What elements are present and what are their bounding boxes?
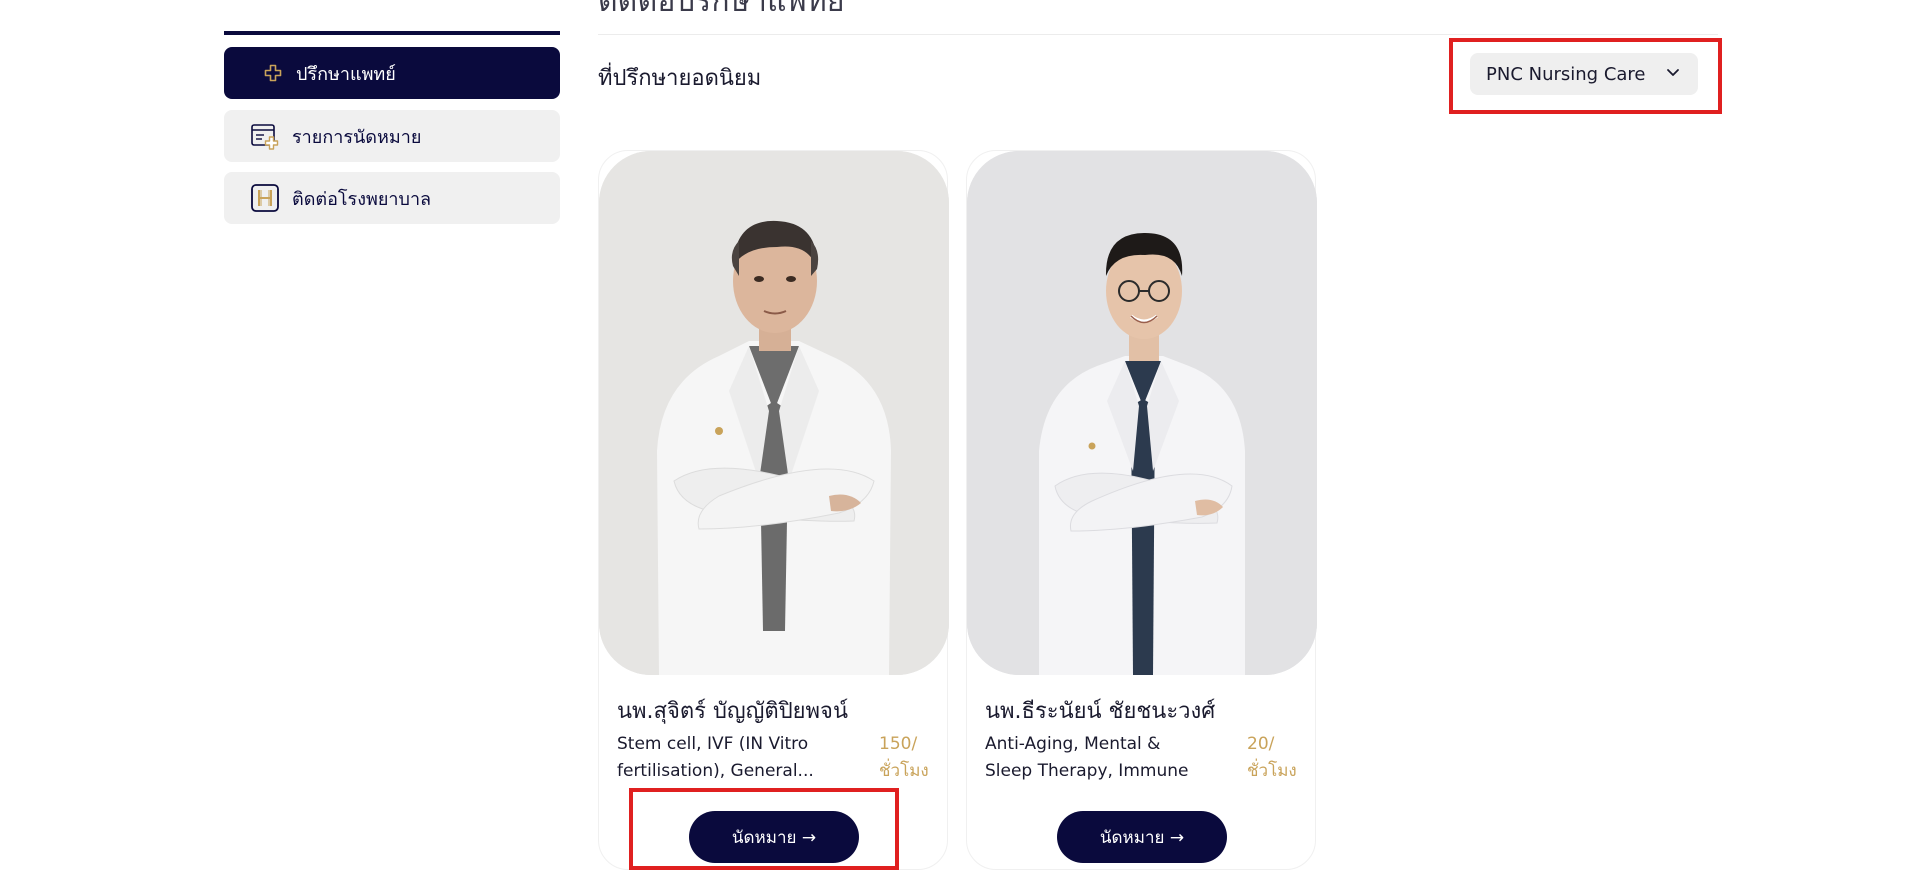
doctor-card: นพ.ธีระนัยน์ ชัยชนะวงศ์ Anti-Aging, Ment…	[966, 150, 1317, 870]
sidebar-item-appointments[interactable]: รายการนัดหมาย	[224, 110, 560, 162]
calendar-plus-icon	[250, 121, 280, 151]
doctor-specialties: Anti-Aging, Mental & Sleep Therapy, Immu…	[985, 734, 1189, 781]
doctor-photo	[967, 151, 1317, 675]
book-appointment-button[interactable]: นัดหมาย →	[689, 811, 859, 863]
sidebar-item-consult-doctor[interactable]: ปรึกษาแพทย์	[224, 47, 560, 99]
doctor-price-value: 20/	[1247, 734, 1275, 754]
doctor-specialties: Stem cell, IVF (IN Vitro fertilisation),…	[617, 734, 814, 781]
sidebar-item-label: ปรึกษาแพทย์	[296, 63, 396, 85]
hospital-select[interactable]: PNC Nursing Care	[1470, 53, 1698, 95]
hospital-icon	[250, 183, 280, 213]
doctor-card: นพ.สุจิตร์ บัญญัติปิยพจน์ Stem cell, IVF…	[598, 150, 949, 870]
sidebar-item-contact-hospital[interactable]: ติดต่อโรงพยาบาล	[224, 172, 560, 224]
hospital-select-value: PNC Nursing Care	[1486, 63, 1646, 85]
sidebar-top-accent	[224, 31, 560, 35]
doctor-price-unit: ชั่วโมง	[879, 761, 929, 781]
sidebar-item-label: รายการนัดหมาย	[292, 126, 422, 148]
section-title: ที่ปรึกษายอดนิยม	[598, 66, 762, 91]
doctor-price-unit: ชั่วโมง	[1247, 761, 1297, 781]
doctor-name: นพ.ธีระนัยน์ ชัยชนะวงศ์	[985, 699, 1216, 724]
doctor-price-value: 150/	[879, 734, 918, 754]
doctor-name: นพ.สุจิตร์ บัญญัติปิยพจน์	[617, 699, 848, 724]
chevron-down-icon	[1667, 69, 1679, 76]
doctor-photo	[599, 151, 949, 675]
book-appointment-button[interactable]: นัดหมาย →	[1057, 811, 1227, 863]
header-divider	[598, 34, 1718, 35]
page-title: ติดต่อปรึกษาแพทย์	[598, 0, 845, 19]
plus-cross-icon	[264, 64, 282, 82]
doctor-price: 20/ ชั่วโมง	[1247, 731, 1297, 785]
doctor-price: 150/ ชั่วโมง	[879, 731, 929, 785]
sidebar-item-label: ติดต่อโรงพยาบาล	[292, 188, 432, 210]
